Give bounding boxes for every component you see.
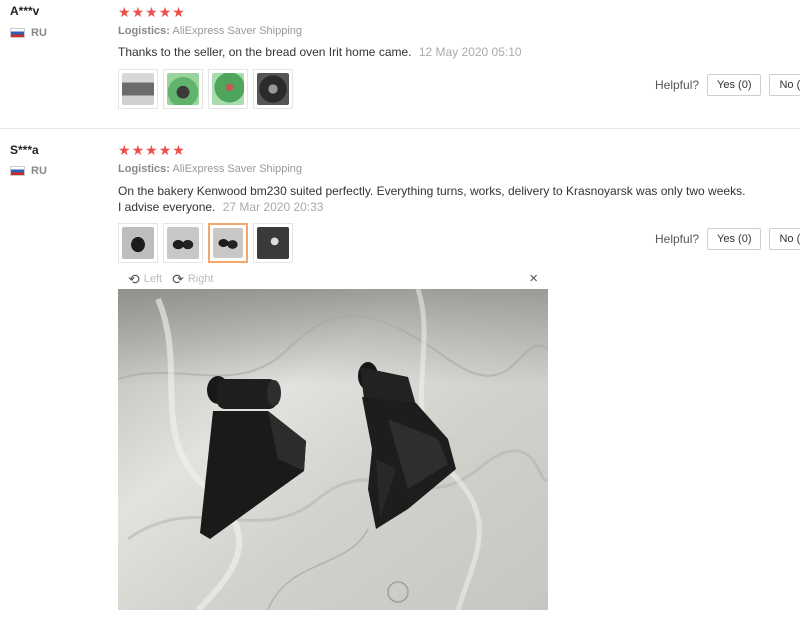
star-rating: ★ ★ ★ ★ ★	[118, 5, 185, 19]
star-rating: ★ ★ ★ ★ ★	[118, 143, 185, 157]
star-icon: ★	[118, 4, 131, 20]
country-code: RU	[31, 165, 47, 177]
star-icon: ★	[172, 4, 185, 20]
photo-thumbnail[interactable]	[253, 69, 293, 109]
helpful-label: Helpful?	[655, 232, 700, 246]
star-icon: ★	[145, 142, 158, 158]
enlarged-photo	[118, 289, 548, 610]
photo-thumbnail[interactable]	[253, 223, 293, 263]
star-icon: ★	[118, 142, 131, 158]
reviewer-name: A***v	[10, 4, 40, 18]
review-date: 12 May 2020 05:10	[418, 45, 522, 59]
star-icon: ★	[131, 142, 145, 158]
review-text: On the bakery Kenwood bm230 suited perfe…	[118, 183, 745, 215]
logistics-value: AliExpress Saver Shipping	[172, 163, 303, 175]
star-icon: ★	[131, 4, 145, 20]
review-photos	[118, 223, 293, 263]
rotate-right-icon: ⟳	[172, 270, 184, 287]
vote-no-button[interactable]: No (0)	[769, 74, 800, 96]
review-body: Thanks to the seller, on the bread oven …	[118, 45, 412, 59]
rotate-left-icon: ⟲	[128, 270, 140, 287]
review-date: 27 Mar 2020 20:33	[222, 200, 324, 214]
photo-thumbnail[interactable]	[208, 69, 248, 109]
reviewer-name: S***a	[10, 143, 39, 157]
review-item: A***v RU ★ ★ ★ ★ ★ Logistics: AliExpress…	[0, 0, 800, 128]
star-icon: ★	[158, 4, 172, 20]
vote-no-button[interactable]: No (0)	[769, 228, 800, 250]
flag-ru-icon	[10, 166, 25, 176]
photo-thumbnail[interactable]	[163, 69, 203, 109]
helpful-vote: Helpful? Yes (0) No (0)	[655, 74, 800, 96]
review-text: Thanks to the seller, on the bread oven …	[118, 44, 522, 60]
review-item: S***a RU ★ ★ ★ ★ ★ Logistics: AliExpress…	[0, 128, 800, 628]
logistics-info: Logistics: AliExpress Saver Shipping	[118, 25, 302, 37]
photo-thumbnail-selected[interactable]	[208, 223, 248, 263]
review-body-line: On the bakery Kenwood bm230 suited perfe…	[118, 184, 746, 198]
vote-yes-button[interactable]: Yes (0)	[707, 228, 762, 250]
rotate-right-button[interactable]: ⟳ Right	[172, 271, 213, 288]
helpful-label: Helpful?	[655, 78, 700, 92]
star-icon: ★	[172, 142, 185, 158]
review-body-line: I advise everyone.	[118, 200, 216, 214]
photo-viewer: ⟲ Left ⟳ Right ×	[118, 269, 548, 612]
review-photos	[118, 69, 293, 109]
rotate-left-button[interactable]: ⟲ Left	[128, 271, 162, 288]
rotate-left-label: Left	[143, 273, 163, 285]
viewer-toolbar: ⟲ Left ⟳ Right ×	[118, 269, 548, 289]
star-icon: ★	[145, 4, 158, 20]
kneading-paddles-photo	[118, 289, 548, 610]
photo-thumbnail[interactable]	[163, 223, 203, 263]
close-icon[interactable]: ×	[529, 270, 538, 287]
logistics-info: Logistics: AliExpress Saver Shipping	[118, 163, 302, 175]
country-code: RU	[31, 27, 47, 39]
logistics-label: Logistics:	[118, 25, 170, 37]
photo-thumbnail[interactable]	[118, 223, 158, 263]
helpful-vote: Helpful? Yes (0) No (0)	[655, 228, 800, 250]
rotate-right-label: Right	[187, 273, 214, 285]
star-icon: ★	[158, 142, 172, 158]
photo-thumbnail[interactable]	[118, 69, 158, 109]
reviewer-country: RU	[10, 27, 47, 39]
logistics-value: AliExpress Saver Shipping	[172, 25, 303, 37]
vote-yes-button[interactable]: Yes (0)	[707, 74, 762, 96]
flag-ru-icon	[10, 28, 25, 38]
logistics-label: Logistics:	[118, 163, 170, 175]
reviewer-country: RU	[10, 165, 47, 177]
